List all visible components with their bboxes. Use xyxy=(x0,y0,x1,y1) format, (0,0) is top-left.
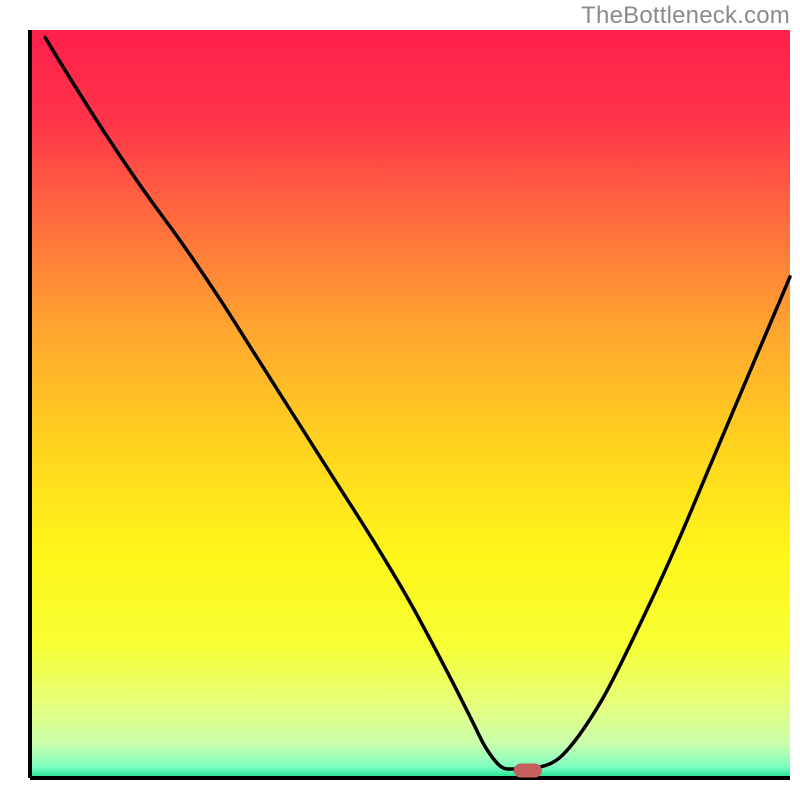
optimal-point-marker xyxy=(514,764,542,778)
plot-background xyxy=(30,30,790,778)
chart-container: TheBottleneck.com xyxy=(0,0,800,800)
bottleneck-chart xyxy=(0,0,800,800)
watermark-text: TheBottleneck.com xyxy=(581,2,790,30)
